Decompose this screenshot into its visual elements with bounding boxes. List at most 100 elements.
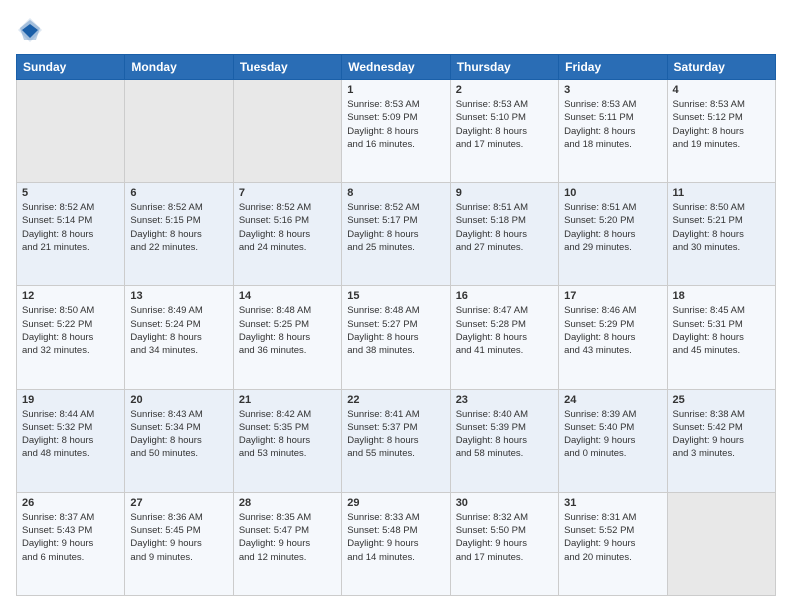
cell-day-25: 25 Sunrise: 8:38 AM Sunset: 5:42 PM Dayli… [667,389,775,492]
day-info: Sunrise: 8:43 AM Sunset: 5:34 PM Dayligh… [130,409,202,460]
cell-day-26: 26Sunrise: 8:37 AM Sunset: 5:43 PM Dayli… [17,492,125,595]
header [16,16,776,44]
cell-day-31: 31 Sunrise: 8:31 AM Sunset: 5:52 PM Dayli… [559,492,667,595]
day-number: 30 [456,497,553,509]
day-info: Sunrise: 8:51 AM Sunset: 5:18 PM Dayligh… [456,202,528,253]
day-number: 26 [22,497,119,509]
day-info: Sunrise: 8:52 AM Sunset: 5:17 PM Dayligh… [347,202,419,253]
cell-day-10: 10 Sunrise: 8:51 AM Sunset: 5:20 PM Dayli… [559,183,667,286]
day-number: 16 [456,290,553,302]
day-info: Sunrise: 8:31 AM Sunset: 5:52 PM Dayligh… [564,512,636,563]
cell-day-3: 3 Sunrise: 8:53 AM Sunset: 5:11 PM Daylig… [559,80,667,183]
weekday-header-friday: Friday [559,55,667,80]
cell-day-22: 22 Sunrise: 8:41 AM Sunset: 5:37 PM Dayli… [342,389,450,492]
cell-day-23: 23 Sunrise: 8:40 AM Sunset: 5:39 PM Dayli… [450,389,558,492]
day-number: 7 [239,187,336,199]
week-row-2: 5 Sunrise: 8:52 AM Sunset: 5:14 PM Daylig… [17,183,776,286]
cell-day-empty [125,80,233,183]
day-number: 3 [564,84,661,96]
day-info: Sunrise: 8:52 AM Sunset: 5:16 PM Dayligh… [239,202,311,253]
logo-icon [16,16,44,44]
week-row-4: 19 Sunrise: 8:44 AM Sunset: 5:32 PM Dayli… [17,389,776,492]
day-number: 23 [456,394,553,406]
day-info: Sunrise: 8:48 AM Sunset: 5:25 PM Dayligh… [239,305,311,356]
day-number: 21 [239,394,336,406]
day-number: 12 [22,290,119,302]
day-number: 17 [564,290,661,302]
day-info: Sunrise: 8:41 AM Sunset: 5:37 PM Dayligh… [347,409,419,460]
week-row-5: 26Sunrise: 8:37 AM Sunset: 5:43 PM Dayli… [17,492,776,595]
cell-day-29: 29 Sunrise: 8:33 AM Sunset: 5:48 PM Dayli… [342,492,450,595]
day-number: 25 [673,394,770,406]
cell-day-15: 15 Sunrise: 8:48 AM Sunset: 5:27 PM Dayli… [342,286,450,389]
cell-day-empty [667,492,775,595]
day-info: Sunrise: 8:47 AM Sunset: 5:28 PM Dayligh… [456,305,528,356]
cell-day-13: 13Sunrise: 8:49 AM Sunset: 5:24 PM Dayli… [125,286,233,389]
day-info: Sunrise: 8:52 AM Sunset: 5:15 PM Dayligh… [130,202,202,253]
cell-day-5: 5 Sunrise: 8:52 AM Sunset: 5:14 PM Daylig… [17,183,125,286]
weekday-header-wednesday: Wednesday [342,55,450,80]
cell-day-9: 9 Sunrise: 8:51 AM Sunset: 5:18 PM Daylig… [450,183,558,286]
day-number: 14 [239,290,336,302]
day-info: Sunrise: 8:36 AM Sunset: 5:45 PM Dayligh… [130,512,202,563]
cell-day-21: 21 Sunrise: 8:42 AM Sunset: 5:35 PM Dayli… [233,389,341,492]
day-info: Sunrise: 8:51 AM Sunset: 5:20 PM Dayligh… [564,202,636,253]
day-number: 9 [456,187,553,199]
weekday-header-row: SundayMondayTuesdayWednesdayThursdayFrid… [17,55,776,80]
cell-day-11: 11 Sunrise: 8:50 AM Sunset: 5:21 PM Dayli… [667,183,775,286]
cell-day-12: 12 Sunrise: 8:50 AM Sunset: 5:22 PM Dayli… [17,286,125,389]
week-row-3: 12 Sunrise: 8:50 AM Sunset: 5:22 PM Dayli… [17,286,776,389]
day-number: 20 [130,394,227,406]
day-number: 22 [347,394,444,406]
day-info: Sunrise: 8:49 AM Sunset: 5:24 PM Dayligh… [130,305,202,356]
weekday-header-monday: Monday [125,55,233,80]
day-number: 8 [347,187,444,199]
day-info: Sunrise: 8:38 AM Sunset: 5:42 PM Dayligh… [673,409,745,460]
day-number: 10 [564,187,661,199]
cell-day-16: 16 Sunrise: 8:47 AM Sunset: 5:28 PM Dayli… [450,286,558,389]
day-info: Sunrise: 8:53 AM Sunset: 5:12 PM Dayligh… [673,99,745,150]
cell-day-4: 4 Sunrise: 8:53 AM Sunset: 5:12 PM Daylig… [667,80,775,183]
calendar: SundayMondayTuesdayWednesdayThursdayFrid… [16,54,776,596]
day-number: 2 [456,84,553,96]
cell-day-empty [17,80,125,183]
day-info: Sunrise: 8:42 AM Sunset: 5:35 PM Dayligh… [239,409,311,460]
cell-day-30: 30Sunrise: 8:32 AM Sunset: 5:50 PM Dayli… [450,492,558,595]
day-number: 1 [347,84,444,96]
day-number: 4 [673,84,770,96]
cell-day-19: 19 Sunrise: 8:44 AM Sunset: 5:32 PM Dayli… [17,389,125,492]
cell-day-28: 28Sunrise: 8:35 AM Sunset: 5:47 PM Dayli… [233,492,341,595]
day-number: 15 [347,290,444,302]
cell-day-14: 14 Sunrise: 8:48 AM Sunset: 5:25 PM Dayli… [233,286,341,389]
day-number: 11 [673,187,770,199]
day-number: 19 [22,394,119,406]
day-info: Sunrise: 8:48 AM Sunset: 5:27 PM Dayligh… [347,305,419,356]
cell-day-1: 1Sunrise: 8:53 AM Sunset: 5:09 PM Daylig… [342,80,450,183]
day-number: 28 [239,497,336,509]
cell-day-2: 2Sunrise: 8:53 AM Sunset: 5:10 PM Daylig… [450,80,558,183]
day-info: Sunrise: 8:33 AM Sunset: 5:48 PM Dayligh… [347,512,419,563]
weekday-header-tuesday: Tuesday [233,55,341,80]
cell-day-6: 6Sunrise: 8:52 AM Sunset: 5:15 PM Daylig… [125,183,233,286]
cell-day-empty [233,80,341,183]
day-number: 29 [347,497,444,509]
day-number: 5 [22,187,119,199]
page: SundayMondayTuesdayWednesdayThursdayFrid… [0,0,792,612]
day-info: Sunrise: 8:50 AM Sunset: 5:22 PM Dayligh… [22,305,94,356]
day-info: Sunrise: 8:39 AM Sunset: 5:40 PM Dayligh… [564,409,636,460]
cell-day-24: 24 Sunrise: 8:39 AM Sunset: 5:40 PM Dayli… [559,389,667,492]
day-info: Sunrise: 8:52 AM Sunset: 5:14 PM Dayligh… [22,202,94,253]
day-number: 31 [564,497,661,509]
cell-day-8: 8 Sunrise: 8:52 AM Sunset: 5:17 PM Daylig… [342,183,450,286]
cell-day-20: 20 Sunrise: 8:43 AM Sunset: 5:34 PM Dayli… [125,389,233,492]
day-info: Sunrise: 8:40 AM Sunset: 5:39 PM Dayligh… [456,409,528,460]
day-number: 18 [673,290,770,302]
day-number: 27 [130,497,227,509]
day-info: Sunrise: 8:50 AM Sunset: 5:21 PM Dayligh… [673,202,745,253]
weekday-header-saturday: Saturday [667,55,775,80]
day-number: 24 [564,394,661,406]
day-info: Sunrise: 8:44 AM Sunset: 5:32 PM Dayligh… [22,409,94,460]
week-row-1: 1Sunrise: 8:53 AM Sunset: 5:09 PM Daylig… [17,80,776,183]
day-info: Sunrise: 8:53 AM Sunset: 5:11 PM Dayligh… [564,99,636,150]
logo [16,16,48,44]
